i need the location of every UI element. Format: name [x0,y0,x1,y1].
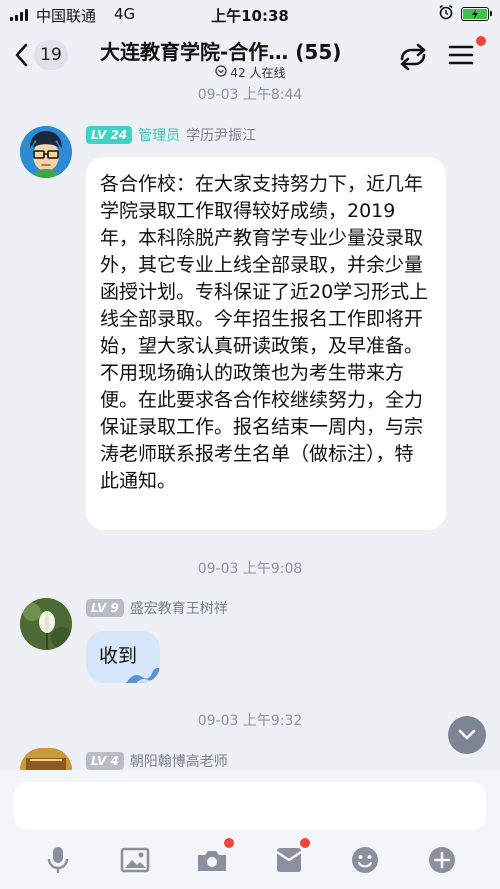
alarm-icon [439,4,453,20]
sender-name[interactable]: 学历尹振江 [186,125,256,145]
sender-name[interactable]: 朝阳翰博高老师 [130,751,228,771]
switch-icon[interactable] [396,42,430,72]
plus-icon [429,847,455,873]
message-timestamp: 09-03 上午9:32 [197,713,303,729]
chevron-down-icon [458,729,476,740]
wave-decoration-icon [126,668,160,683]
sender-row: LV 24 管理员 学历尹振江 [86,125,256,145]
avatar[interactable] [20,598,72,650]
composer-toolbar [0,838,500,882]
sender-row: LV 4 朝阳翰博高老师 [86,751,228,771]
chat-header: 19 大连教育学院-合作… (55) 42 人在线 [0,30,500,82]
sender-name[interactable]: 盛宏教育王树祥 [130,598,228,618]
group-title[interactable]: 大连教育学院-合作… (55) [100,36,400,65]
camera-button[interactable] [194,842,230,878]
message-text: 各合作校：在大家支持努力下，近几年学院录取工作取得较好成绩，2019年，本科除脱… [100,173,429,492]
avatar[interactable] [20,126,72,178]
online-count-label: 42 人在线 [230,66,286,80]
message-input[interactable] [14,782,486,830]
red-packet-icon [276,848,302,872]
message-bubble[interactable]: 收到 [86,631,160,683]
avatar-image-icon [20,748,72,770]
red-packet-notification-dot [300,838,310,848]
message-bubble[interactable]: 各合作校：在大家支持努力下，近几年学院录取工作取得较好成绩，2019年，本科除脱… [86,157,446,530]
avatar[interactable] [20,748,72,770]
level-badge: LV 4 [86,752,124,770]
red-packet-button[interactable] [271,842,307,878]
microphone-icon [47,847,69,873]
message-timestamp: 09-03 上午8:44 [197,87,303,103]
battery-icon [461,7,492,21]
more-button[interactable] [424,842,460,878]
camera-icon [198,851,226,871]
sender-row: LV 9 盛宏教育王树祥 [86,598,228,618]
voice-button[interactable] [40,842,76,878]
scroll-to-bottom-button[interactable] [448,716,486,754]
role-badge: 管理员 [138,128,181,144]
message-timestamp: 09-03 上午9:08 [197,561,303,577]
level-badge: LV 24 [86,126,133,144]
menu-icon[interactable] [448,44,474,66]
status-bar: 中国联通 4G 上午10:38 [0,0,500,30]
lotus-photo-icon [20,598,72,650]
album-button[interactable] [117,842,153,878]
composer [0,770,500,889]
menu-notification-dot [476,36,486,46]
emoji-button[interactable] [347,842,383,878]
emoji-icon [352,847,378,873]
camera-notification-dot [224,838,234,848]
image-icon [120,847,150,873]
cartoon-face-icon [20,126,72,178]
chevron-down-circle-icon [214,65,227,80]
level-badge: LV 9 [86,599,124,617]
clock: 上午10:38 [211,7,289,25]
